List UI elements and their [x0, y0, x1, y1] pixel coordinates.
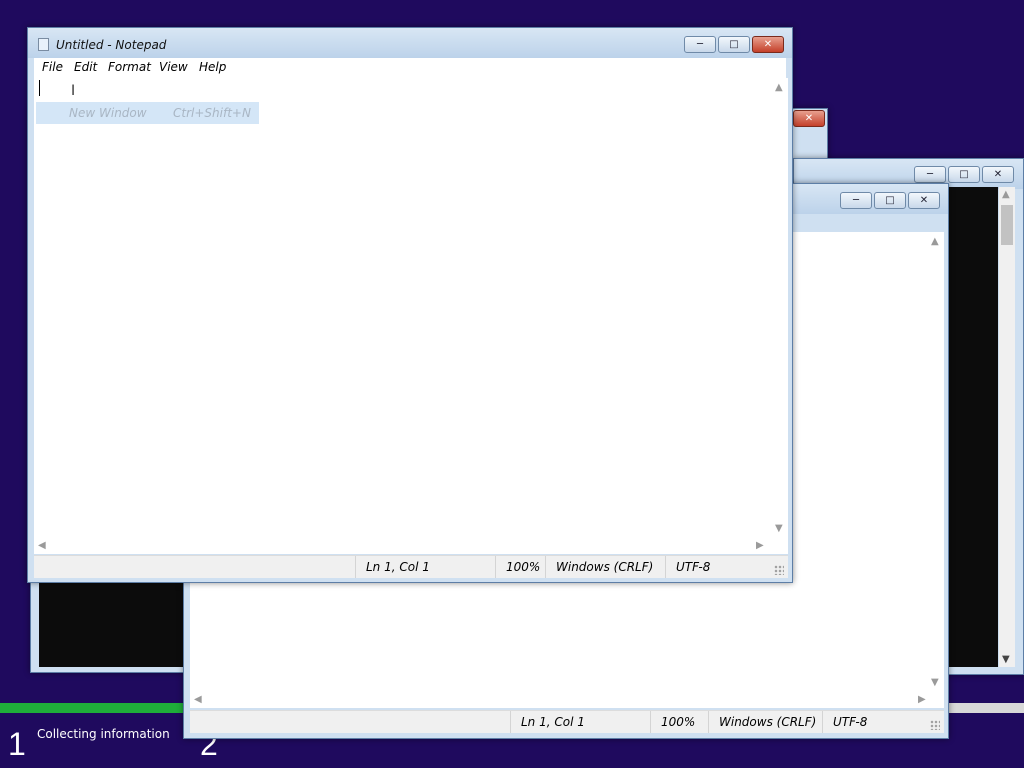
setup-step-number-1: 1	[8, 726, 26, 762]
close-button[interactable]: ✕	[793, 110, 825, 127]
maximize-button[interactable]: □	[718, 36, 750, 53]
close-button[interactable]: ✕	[982, 166, 1014, 183]
menu-item-new-window[interactable]: New Window Ctrl+Shift+N	[36, 102, 259, 124]
status-encoding: UTF-8	[665, 556, 765, 578]
menu-edit[interactable]: Edit	[74, 60, 97, 74]
close-button[interactable]: ✕	[908, 192, 940, 209]
menu-format[interactable]: Format	[108, 60, 151, 74]
text-cursor	[39, 80, 40, 96]
resize-grip[interactable]	[774, 565, 784, 575]
console-area	[948, 187, 998, 667]
status-bar: Ln 1, Col 1 100% Windows (CRLF) UTF-8	[34, 555, 788, 578]
status-bar: Ln 1, Col 1 100% Windows (CRLF) UTF-8	[190, 710, 944, 733]
maximize-button[interactable]: □	[874, 192, 906, 209]
status-position: Ln 1, Col 1	[355, 556, 495, 578]
status-encoding: UTF-8	[822, 711, 922, 733]
scroll-up-icon[interactable]: ▲	[1002, 189, 1010, 200]
scroll-left-icon[interactable]: ◀	[194, 694, 202, 705]
status-zoom: 100%	[495, 556, 545, 578]
text-editor[interactable]: I New Window Ctrl+Shift+N	[34, 78, 772, 538]
scroll-up-icon[interactable]: ▲	[931, 236, 939, 247]
close-icon: ✕	[804, 113, 814, 124]
ibeam-cursor-icon: I	[71, 83, 76, 99]
maximize-button[interactable]: □	[948, 166, 980, 183]
status-zoom: 100%	[650, 711, 708, 733]
scroll-right-icon[interactable]: ▶	[918, 694, 926, 705]
status-position: Ln 1, Col 1	[510, 711, 650, 733]
status-line-ending: Windows (CRLF)	[545, 556, 665, 578]
scroll-down-icon[interactable]: ▼	[775, 523, 783, 534]
notepad-icon	[38, 38, 49, 51]
close-button[interactable]: ✕	[752, 36, 784, 53]
console-area	[39, 579, 189, 667]
menu-item-label: New Window	[69, 106, 147, 120]
menu-bar: File Edit Format View Help	[34, 58, 786, 78]
minimize-button[interactable]: ─	[684, 36, 716, 53]
scroll-up-icon[interactable]: ▲	[775, 82, 783, 93]
menu-help[interactable]: Help	[199, 60, 226, 74]
minimize-button[interactable]: ─	[914, 166, 946, 183]
setup-progress-bar	[0, 703, 185, 713]
resize-grip[interactable]	[930, 720, 940, 730]
minimize-icon: ─	[852, 195, 860, 206]
close-icon: ✕	[763, 39, 773, 50]
scroll-left-icon[interactable]: ◀	[38, 540, 46, 551]
menu-file[interactable]: File	[42, 60, 63, 74]
minimize-icon: ─	[696, 39, 704, 50]
vertical-scrollbar[interactable]: ▲ ▼	[772, 78, 788, 538]
horizontal-scrollbar[interactable]: ◀ ▶	[34, 538, 788, 554]
horizontal-scrollbar[interactable]: ◀ ▶	[190, 692, 944, 708]
status-line-ending: Windows (CRLF)	[708, 711, 830, 733]
close-icon: ✕	[919, 195, 929, 206]
minimize-button[interactable]: ─	[840, 192, 872, 209]
close-icon: ✕	[993, 169, 1003, 180]
scroll-down-icon[interactable]: ▼	[931, 677, 939, 688]
minimize-icon: ─	[926, 169, 934, 180]
notepad-window[interactable]: Untitled - Notepad ─ □ ✕ File Edit Forma…	[27, 27, 793, 583]
scroll-thumb[interactable]	[1001, 205, 1013, 245]
menu-view[interactable]: View	[159, 60, 188, 74]
maximize-icon: □	[729, 39, 739, 50]
window-title: Untitled - Notepad	[56, 38, 167, 52]
menu-item-shortcut: Ctrl+Shift+N	[173, 106, 251, 120]
maximize-icon: □	[959, 169, 969, 180]
scroll-right-icon[interactable]: ▶	[756, 540, 764, 551]
scroll-down-icon[interactable]: ▼	[1002, 654, 1010, 665]
console-scrollbar[interactable]: ▲ ▼	[999, 187, 1015, 667]
vertical-scrollbar[interactable]: ▲ ▼	[928, 232, 944, 692]
setup-step-label-1: Collecting information	[37, 727, 170, 741]
maximize-icon: □	[885, 195, 895, 206]
